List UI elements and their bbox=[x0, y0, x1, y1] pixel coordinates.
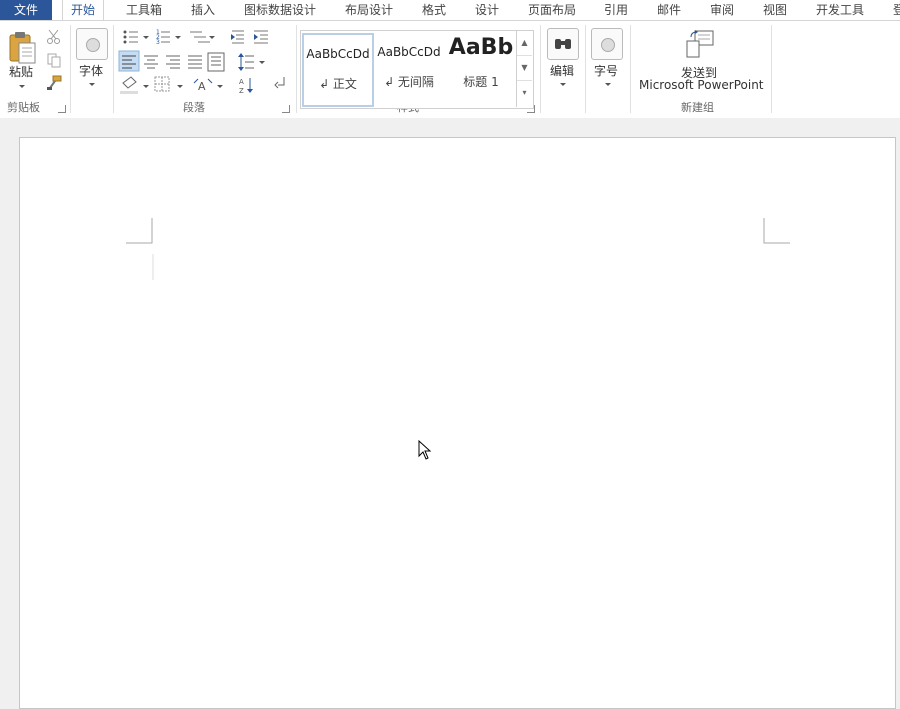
styles-scroll-up-icon[interactable]: ▲ bbox=[517, 31, 532, 56]
line-spacing-icon[interactable] bbox=[238, 53, 265, 71]
tab-signin[interactable]: 登 bbox=[893, 0, 900, 20]
style-normal[interactable]: AaBbCcDd ↲ 正文 bbox=[302, 33, 374, 107]
align-center-icon[interactable] bbox=[144, 55, 158, 69]
ribbon: 粘贴 剪贴板 字体 1 2 3 A A Z 段落 AaBbCcDd ↲ 正文 A… bbox=[0, 20, 900, 119]
document-page[interactable] bbox=[19, 137, 896, 709]
tab-chart-data-design[interactable]: 图标数据设计 bbox=[244, 0, 316, 20]
format-painter-button[interactable] bbox=[46, 75, 62, 94]
font-group: 字体 bbox=[71, 21, 113, 118]
style-heading-1[interactable]: AaBb 标题 1 bbox=[447, 33, 515, 103]
clipboard-group-label: 剪贴板 bbox=[7, 101, 40, 114]
distributed-align-icon[interactable] bbox=[207, 52, 225, 72]
decrease-indent-icon[interactable] bbox=[231, 30, 244, 44]
svg-text:3: 3 bbox=[156, 39, 160, 46]
sort-icon[interactable]: A Z bbox=[239, 78, 253, 95]
shading-icon[interactable] bbox=[120, 76, 149, 94]
tab-page-layout[interactable]: 页面布局 bbox=[528, 0, 576, 20]
crop-marks bbox=[126, 218, 790, 280]
editing-button[interactable] bbox=[547, 28, 579, 60]
font-size-group: 字号 bbox=[586, 21, 630, 118]
paste-dropdown-icon[interactable] bbox=[19, 85, 25, 88]
paste-label: 粘贴 bbox=[9, 65, 34, 79]
crop-mark-top-right bbox=[763, 218, 790, 244]
paragraph-group-label: 段落 bbox=[183, 101, 205, 114]
increase-indent-icon[interactable] bbox=[254, 30, 268, 44]
tab-layout-design[interactable]: 布局设计 bbox=[345, 0, 393, 20]
font-size-group-icon[interactable] bbox=[591, 28, 623, 60]
copy-icon bbox=[47, 53, 61, 68]
show-formatting-marks-icon[interactable] bbox=[274, 77, 285, 89]
ribbon-tab-bar: 文件 开始 工具箱 插入 图标数据设计 布局设计 格式 设计 页面布局 引用 邮… bbox=[0, 0, 900, 21]
format-painter-icon bbox=[47, 75, 62, 90]
font-size-button-label: 字号 bbox=[594, 64, 619, 78]
justify-icon[interactable] bbox=[188, 55, 202, 69]
chinese-layout-icon[interactable]: A bbox=[193, 78, 223, 93]
borders-icon[interactable] bbox=[154, 76, 183, 92]
tab-developer[interactable]: 开发工具 bbox=[816, 0, 864, 20]
style-normal-name: ↲ 正文 bbox=[319, 77, 357, 91]
font-size-dropdown-icon[interactable] bbox=[605, 83, 611, 86]
styles-more-icon[interactable]: ▾ bbox=[517, 81, 532, 105]
editing-dropdown-icon[interactable] bbox=[560, 83, 566, 86]
binoculars-icon bbox=[555, 39, 571, 49]
tab-view[interactable]: 视图 bbox=[763, 0, 787, 20]
multilevel-list-icon[interactable] bbox=[190, 31, 215, 43]
new-group: 发送到 Microsoft PowerPoint 新建组 bbox=[631, 21, 771, 118]
svg-text:A: A bbox=[198, 80, 206, 93]
paragraph-dialog-launcher-icon[interactable] bbox=[282, 105, 290, 113]
svg-text:A: A bbox=[239, 78, 244, 86]
send-to-powerpoint-label-line2: Microsoft PowerPoint bbox=[639, 78, 764, 92]
cut-button[interactable] bbox=[46, 29, 62, 48]
editing-group: 编辑 bbox=[541, 21, 585, 118]
style-no-spacing[interactable]: AaBbCcDd ↲ 无间隔 bbox=[375, 33, 443, 103]
styles-scroll: ▲ ▼ ▾ bbox=[516, 31, 532, 107]
font-group-icon[interactable] bbox=[76, 28, 108, 60]
bullets-icon[interactable] bbox=[123, 30, 150, 44]
send-to-powerpoint-button[interactable] bbox=[683, 29, 717, 64]
tab-insert[interactable]: 插入 bbox=[191, 0, 215, 20]
paragraph-controls: 1 2 3 A A Z bbox=[118, 29, 285, 95]
tab-mailings[interactable]: 邮件 bbox=[657, 0, 681, 20]
font-dropdown-icon[interactable] bbox=[89, 83, 95, 86]
styles-scroll-down-icon[interactable]: ▼ bbox=[517, 56, 532, 81]
style-no-spacing-sample: AaBbCcDd bbox=[377, 45, 441, 59]
styles-gallery: AaBbCcDd ↲ 正文 AaBbCcDd ↲ 无间隔 AaBb 标题 1 bbox=[300, 30, 534, 109]
mouse-pointer-icon bbox=[418, 439, 432, 463]
group-divider bbox=[771, 25, 772, 113]
editing-button-label: 编辑 bbox=[550, 64, 575, 78]
style-no-spacing-name: ↲ 无间隔 bbox=[384, 75, 434, 89]
numbering-icon[interactable]: 1 2 3 bbox=[156, 29, 181, 46]
tab-design[interactable]: 设计 bbox=[475, 0, 499, 20]
style-normal-sample: AaBbCcDd bbox=[306, 47, 370, 61]
paragraph-group: 1 2 3 A A Z 段落 bbox=[114, 21, 296, 118]
tab-home[interactable]: 开始 bbox=[62, 0, 105, 21]
style-heading-1-name: 标题 1 bbox=[463, 75, 499, 89]
tab-references[interactable]: 引用 bbox=[604, 0, 628, 20]
tab-toolbox[interactable]: 工具箱 bbox=[126, 0, 162, 20]
clipboard-group: 粘贴 剪贴板 bbox=[0, 21, 70, 118]
tab-file[interactable]: 文件 bbox=[0, 0, 52, 20]
align-right-icon[interactable] bbox=[166, 55, 180, 69]
crop-mark-top-left bbox=[126, 218, 153, 244]
new-group-label: 新建组 bbox=[681, 101, 714, 114]
tab-format[interactable]: 格式 bbox=[422, 0, 446, 20]
tab-review[interactable]: 审阅 bbox=[710, 0, 734, 20]
svg-text:Z: Z bbox=[239, 87, 244, 95]
copy-button[interactable] bbox=[46, 52, 62, 71]
font-button-label: 字体 bbox=[79, 64, 104, 78]
scissors-icon bbox=[47, 29, 60, 44]
style-heading-1-sample: AaBb bbox=[448, 35, 514, 60]
clipboard-dialog-launcher-icon[interactable] bbox=[58, 105, 66, 113]
send-to-powerpoint-icon bbox=[686, 30, 714, 58]
document-workspace bbox=[0, 118, 900, 709]
